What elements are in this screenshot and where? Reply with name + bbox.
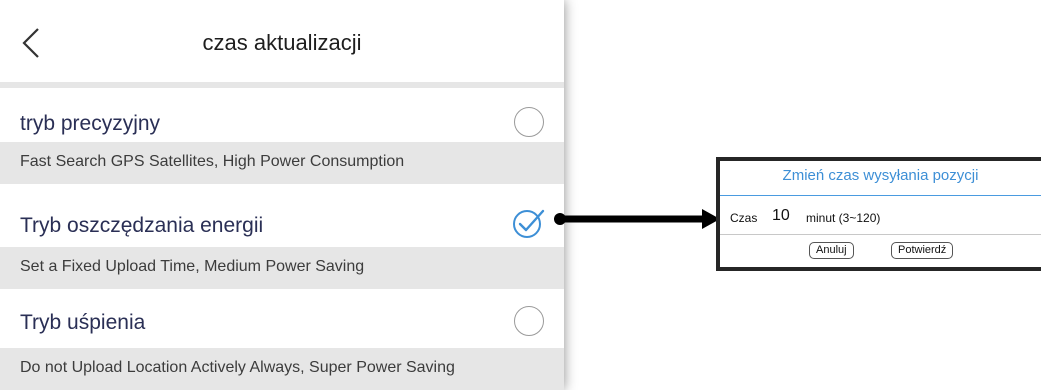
- time-input[interactable]: [772, 205, 798, 227]
- header: czas aktualizacji: [0, 0, 564, 82]
- radio-unselected-icon[interactable]: [514, 107, 544, 137]
- mode-description: Fast Search GPS Satellites, High Power C…: [20, 153, 405, 170]
- mode-description: Set a Fixed Upload Time, Medium Power Sa…: [20, 258, 365, 275]
- time-unit-hint: minut (3~120): [806, 211, 881, 225]
- dialog-title-divider: [720, 195, 1041, 196]
- mode-label: tryb precyzyjny: [20, 112, 161, 135]
- header-divider: [0, 82, 564, 88]
- page-title: czas aktualizacji: [202, 30, 362, 55]
- cancel-button[interactable]: Anuluj: [809, 242, 854, 259]
- phone-screen: czas aktualizacji tryb precyzyjny Fast S…: [0, 0, 564, 390]
- mode-description: Do not Upload Location Actively Always, …: [20, 359, 455, 376]
- mode-description-row: Do not Upload Location Actively Always, …: [0, 348, 564, 390]
- mode-row-power-saving[interactable]: Tryb oszczędzania energii: [0, 198, 564, 254]
- dialog-title: Zmień czas wysyłania pozycji: [782, 167, 979, 184]
- time-label: Czas: [730, 211, 758, 225]
- send-interval-dialog: Zmień czas wysyłania pozycji Czas minut …: [716, 157, 1041, 271]
- mode-row-sleep[interactable]: Tryb uśpienia: [0, 295, 564, 351]
- mode-description-row: Fast Search GPS Satellites, High Power C…: [0, 142, 564, 184]
- dialog-divider: [720, 234, 1041, 235]
- mode-label: Tryb oszczędzania energii: [20, 214, 264, 237]
- arrow-right-icon: [554, 209, 720, 229]
- dialog-body: Zmień czas wysyłania pozycji Czas minut …: [720, 161, 1041, 267]
- confirm-button[interactable]: Potwierdź: [891, 242, 954, 259]
- mode-description-row: Set a Fixed Upload Time, Medium Power Sa…: [0, 247, 564, 289]
- mode-label: Tryb uśpienia: [20, 311, 146, 334]
- check-circle-icon[interactable]: [511, 205, 547, 241]
- radio-unselected-icon[interactable]: [514, 306, 544, 336]
